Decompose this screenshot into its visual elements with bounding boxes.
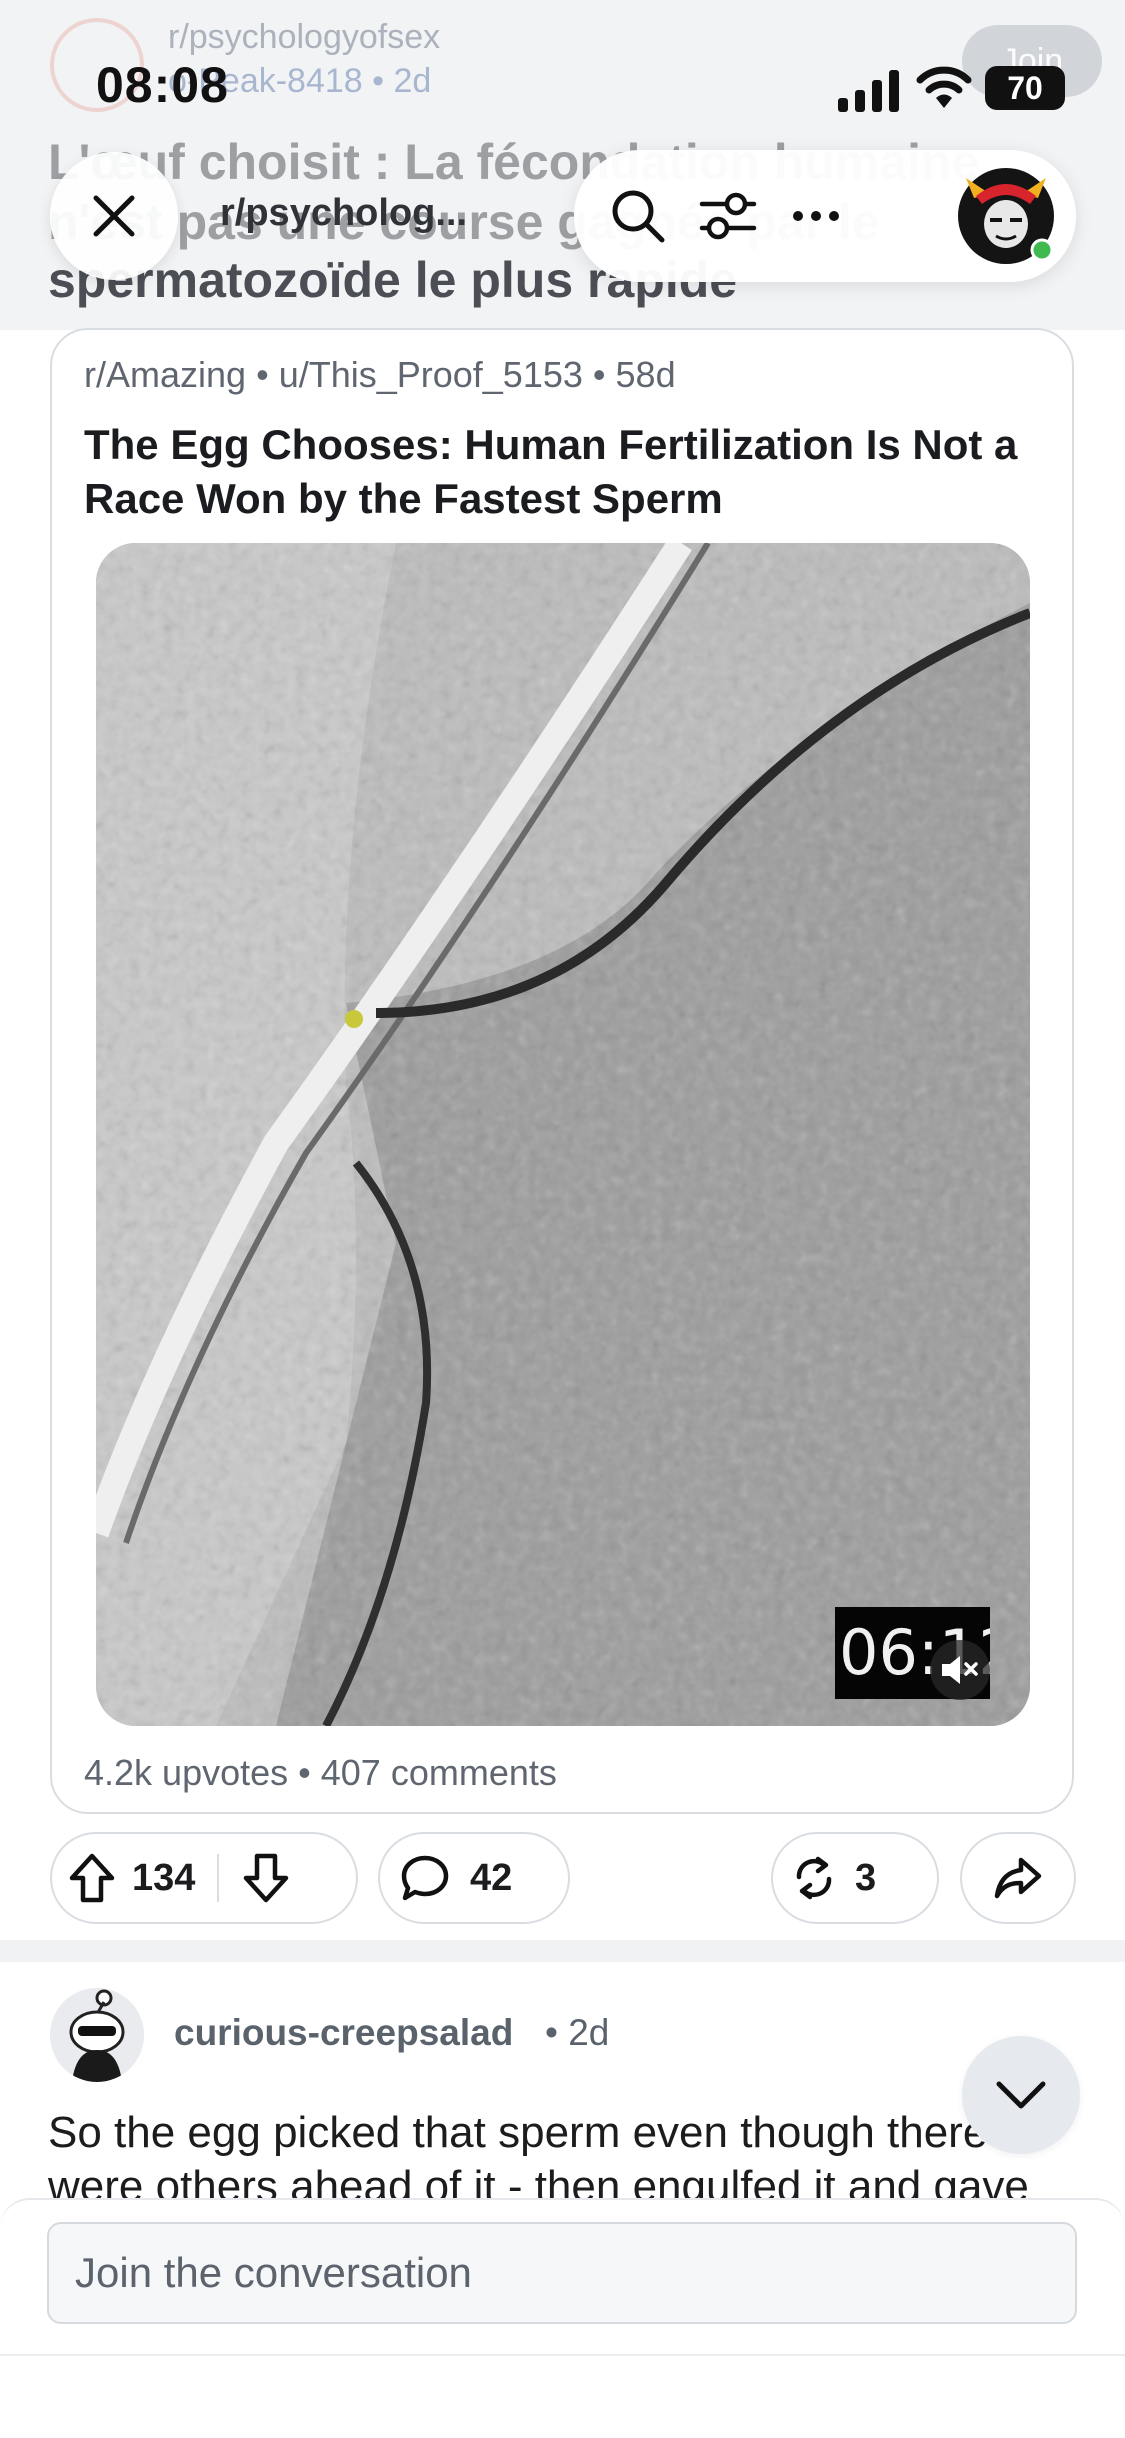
repost-icon-wrap [773, 1855, 855, 1901]
comment-bubble-icon [401, 1855, 449, 1901]
repost-icon [796, 1856, 832, 1900]
crosspost-meta: r/Amazing • u/This_Proof_5153 • 58d [84, 354, 676, 396]
crosspost-subreddit[interactable]: r/Amazing [84, 354, 246, 395]
video-player[interactable] [96, 543, 1030, 1726]
comment-icon-wrap [380, 1854, 470, 1902]
comments-button[interactable]: 42 [378, 1832, 570, 1924]
crosspost-title[interactable]: The Egg Chooses: Human Fertilization Is … [84, 418, 1064, 526]
status-time: 08:08 [96, 57, 229, 113]
share-arrow-icon [994, 1857, 1042, 1899]
downvote-arrow-icon [244, 1853, 289, 1903]
nav-subreddit-title[interactable]: r/psycholog... [220, 192, 467, 235]
mute-button[interactable] [930, 1640, 990, 1700]
vote-control: 134 [50, 1832, 358, 1924]
avatar-icon [958, 168, 1054, 264]
more-icon [793, 211, 839, 221]
speaker-muted-icon [942, 1656, 978, 1684]
vote-score: 134 [132, 1856, 196, 1899]
crosspost-button[interactable]: 3 [771, 1832, 939, 1924]
signal-icon [838, 70, 899, 112]
crosspost-stats: 4.2k upvotes • 407 comments [84, 1752, 557, 1794]
search-button[interactable] [608, 186, 668, 246]
vote-divider [217, 1854, 220, 1902]
profile-avatar-button[interactable] [956, 166, 1056, 266]
reply-bar-divider [0, 2354, 1125, 2356]
comment-count: 42 [470, 1856, 513, 1899]
downvote-button[interactable] [227, 1852, 305, 1904]
filter-button[interactable] [698, 186, 758, 246]
jump-to-next-button[interactable] [962, 2036, 1080, 2154]
battery-indicator: 70 [985, 66, 1065, 110]
meta-separator: • [592, 354, 616, 395]
comment-username[interactable]: curious-creepsalad [174, 2012, 513, 2054]
section-divider [0, 1940, 1125, 1962]
more-options-button[interactable] [784, 186, 848, 246]
crosspost-comments: 407 comments [320, 1752, 557, 1793]
share-button[interactable] [960, 1832, 1076, 1924]
close-button[interactable] [50, 152, 178, 280]
upvote-button[interactable] [52, 1852, 132, 1904]
close-icon [93, 195, 135, 237]
crosspost-count: 3 [855, 1856, 877, 1899]
meta-separator: • [256, 354, 279, 395]
sliders-icon [699, 192, 757, 240]
crosspost-upvotes: 4.2k upvotes [84, 1752, 289, 1793]
snoo-avatar-icon [50, 1988, 144, 2082]
upvote-arrow-icon [69, 1853, 115, 1903]
search-icon [612, 190, 665, 243]
crosspost-age: 58d [615, 354, 676, 395]
microscopy-video-frame [96, 543, 1030, 1726]
commenter-avatar[interactable] [50, 1988, 144, 2082]
reply-input[interactable] [47, 2222, 1077, 2324]
comment-age: • 2d [545, 2012, 610, 2053]
meta-separator: • [298, 1752, 321, 1793]
crosspost-author[interactable]: u/This_Proof_5153 [279, 354, 583, 395]
nav-actions [574, 150, 1076, 282]
background-subreddit: r/psychologyofsex [168, 18, 441, 56]
chevron-down-icon [996, 2081, 1046, 2109]
wifi-icon [916, 66, 972, 108]
comment-age-value: 2d [568, 2012, 610, 2053]
